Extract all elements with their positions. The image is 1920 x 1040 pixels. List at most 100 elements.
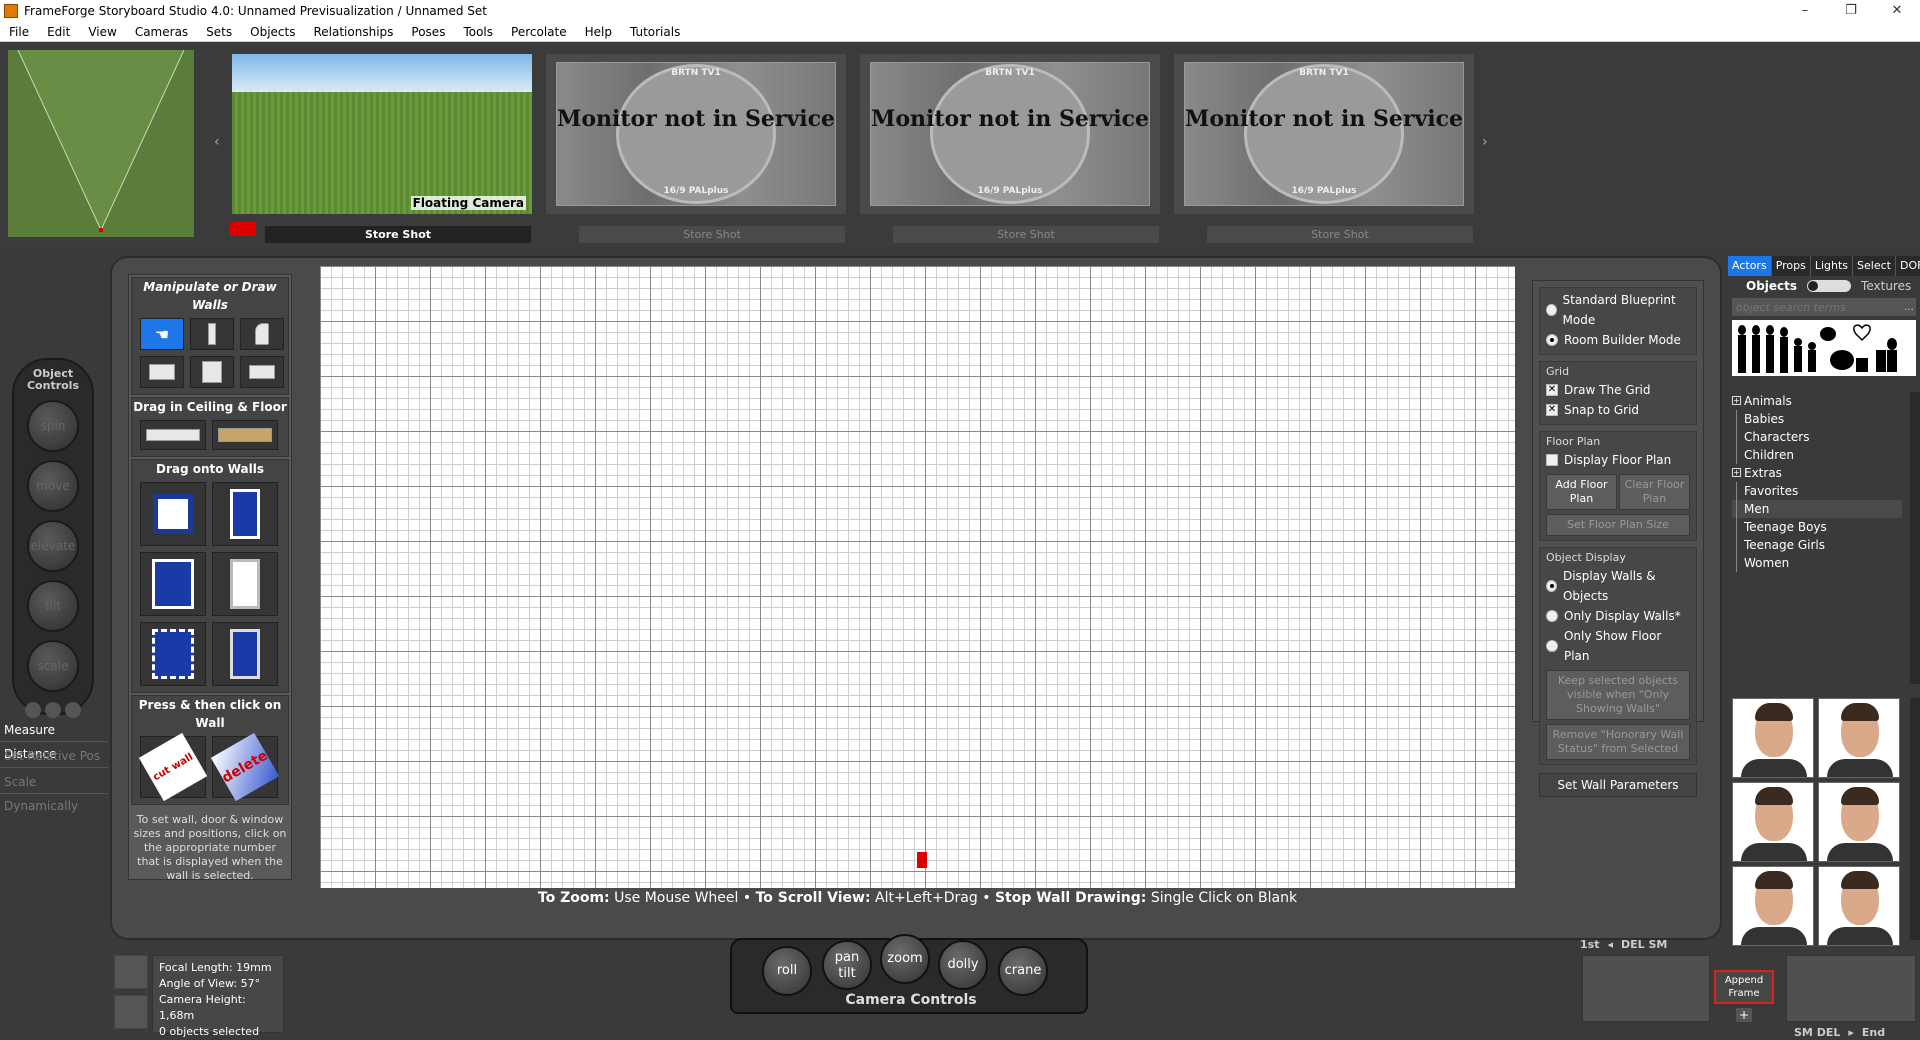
draw-grid-checkbox[interactable]: ✕ Draw The Grid [1546,380,1690,400]
roll-button[interactable]: roll [762,946,812,996]
menu-tutorials[interactable]: Tutorials [621,22,689,42]
minimize-button[interactable]: – [1782,0,1828,22]
keep-selected-visible-button[interactable]: Keep selected objects visible when "Only… [1546,670,1690,720]
shots-prev-arrow-icon[interactable]: ‹ [214,134,220,150]
category-scrollbar[interactable] [1910,392,1920,684]
clear-floor-plan-button[interactable]: Clear Floor Plan [1619,474,1690,510]
actor-silhouettes-icon[interactable] [1732,320,1916,376]
measure-distance-button[interactable]: Measure Distance [0,718,108,761]
tab-actors[interactable]: Actors [1728,256,1772,276]
objects-textures-toggle[interactable] [1807,280,1852,292]
only-show-floor-plan-radio[interactable]: Only Show Floor Plan [1546,626,1690,666]
category-characters[interactable]: Characters [1732,428,1908,446]
actor-thumbnail[interactable] [1818,698,1900,778]
close-button[interactable]: ✕ [1874,0,1920,22]
object-search-input[interactable] [1732,300,1902,314]
display-floor-plan-checkbox[interactable]: Display Floor Plan [1546,450,1690,470]
menu-relationships[interactable]: Relationships [304,22,402,42]
door-tool[interactable] [212,482,278,546]
actor-thumbnail[interactable] [1818,866,1900,946]
menu-poses[interactable]: Poses [402,22,454,42]
add-floor-plan-button[interactable]: Add Floor Plan [1546,474,1617,510]
window-tool[interactable] [140,482,206,546]
shot-monitor-2[interactable]: BRTN TV1 Monitor not in Service 16/9 PAL… [546,54,846,214]
control-dot-icon[interactable] [65,702,81,718]
frame-slot-previous[interactable] [1582,955,1710,1022]
store-shot-button-2[interactable]: Store Shot [579,226,845,243]
menu-percolate[interactable]: Percolate [502,22,576,42]
thumbnail-scrollbar[interactable] [1910,698,1920,940]
dolly-button[interactable]: dolly [938,940,988,990]
next-frame-icon[interactable]: ▸ [1848,1026,1854,1039]
straight-wall-tool[interactable] [190,318,234,350]
store-shot-button-4[interactable]: Store Shot [1207,226,1473,243]
display-walls-objects-radio[interactable]: Display Walls & Objects [1546,566,1690,606]
room-builder-mode-radio[interactable]: Room Builder Mode [1546,330,1690,350]
menu-cameras[interactable]: Cameras [126,22,197,42]
shot-monitor-3[interactable]: BRTN TV1 Monitor not in Service 16/9 PAL… [860,54,1160,214]
camera-marker-icon[interactable] [917,852,927,868]
floor-tool[interactable] [212,420,278,450]
remove-honorary-wall-button[interactable]: Remove "Honorary Wall Status" from Selec… [1546,724,1690,760]
cut-wall-tool[interactable]: cut wall [138,732,208,802]
expand-icon[interactable]: + [1732,468,1741,477]
move-button[interactable]: move [27,460,79,512]
append-frame-button[interactable]: Append Frame [1714,970,1774,1004]
expand-icon[interactable]: + [1732,396,1741,405]
frame-slot-next[interactable] [1786,955,1916,1022]
snap-grid-checkbox[interactable]: ✕ Snap to Grid [1546,400,1690,420]
scale-button[interactable]: scale [27,640,79,692]
category-children[interactable]: Children [1732,446,1908,464]
tab-dof[interactable]: DOF [1896,256,1920,276]
tab-props[interactable]: Props [1772,256,1811,276]
curved-wall-tool[interactable] [240,318,284,350]
menu-objects[interactable]: Objects [241,22,304,42]
delete-sm-button[interactable]: DEL SM [1621,938,1667,951]
category-teenage-boys[interactable]: Teenage Boys [1732,518,1908,536]
open-door-tool[interactable] [212,622,278,686]
menu-edit[interactable]: Edit [38,22,79,42]
select-hand-tool[interactable]: ☚ [140,318,184,350]
platform-tool[interactable] [240,356,284,388]
blueprint-grid[interactable] [320,266,1515,888]
elevate-button[interactable]: elevate [27,520,79,572]
room-tool[interactable] [140,356,184,388]
set-wall-parameters-button[interactable]: Set Wall Parameters [1539,773,1697,797]
angled-wall-tool[interactable] [190,356,234,388]
spin-button[interactable]: spin [27,400,79,452]
category-women[interactable]: Women [1732,554,1908,572]
doorway-tool[interactable] [212,552,278,616]
shot-monitor-4[interactable]: BRTN TV1 Monitor not in Service 16/9 PAL… [1174,54,1474,214]
overhead-overview[interactable] [8,50,194,237]
actor-thumbnail[interactable] [1732,698,1814,778]
tab-select[interactable]: Select [1853,256,1896,276]
control-dot-icon[interactable] [45,702,61,718]
category-favorites[interactable]: Favorites [1732,482,1908,500]
scale-dynamically-button[interactable]: Scale Dynamically [0,770,108,813]
ceiling-tool[interactable] [140,420,206,450]
set-relative-pos-button[interactable]: Set Relative Pos [0,744,108,768]
menu-view[interactable]: View [79,22,125,42]
menu-file[interactable]: File [0,22,38,42]
category-teenage-girls[interactable]: Teenage Girls [1732,536,1908,554]
tab-lights[interactable]: Lights [1811,256,1854,276]
set-floor-plan-size-button[interactable]: Set Floor Plan Size [1546,514,1690,536]
menu-tools[interactable]: Tools [454,22,502,42]
end-frame-button[interactable]: End [1862,1026,1885,1039]
standard-blueprint-mode-radio[interactable]: Standard Blueprint Mode [1546,290,1690,330]
menu-help[interactable]: Help [576,22,621,42]
category-men[interactable]: Men [1732,500,1902,518]
maximize-button[interactable]: ❐ [1828,0,1874,22]
double-door-tool[interactable] [140,552,206,616]
category-animals[interactable]: + Animals [1732,392,1908,410]
add-frame-plus-icon[interactable]: + [1736,1008,1752,1022]
actor-thumbnail[interactable] [1818,782,1900,862]
store-shot-button-1[interactable]: Store Shot [265,226,531,243]
only-display-walls-radio[interactable]: Only Display Walls* [1546,606,1690,626]
shot-monitor-1[interactable]: Floating Camera [232,54,532,214]
french-door-tool[interactable] [140,622,206,686]
cube-view-icon[interactable] [114,955,148,989]
crane-button[interactable]: crane [998,946,1048,996]
category-babies[interactable]: Babies [1732,410,1908,428]
delete-wall-tool[interactable]: delete [210,732,280,802]
